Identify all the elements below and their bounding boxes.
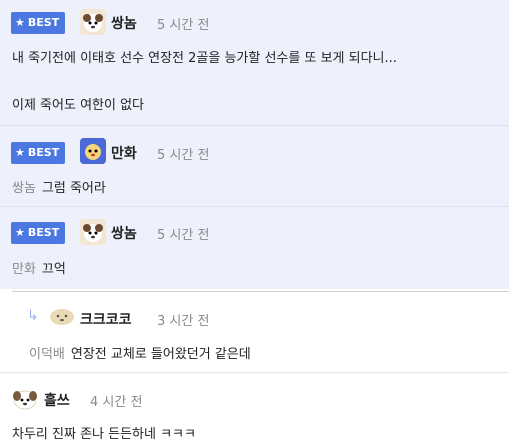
comment-best-1: ★ BEST 쌍놈 5 시간 전 내 죽기전에 이태호 선수 연장전 2골을 능…: [0, 0, 509, 125]
comment-text: 내 죽기전에 이태호 선수 연장전 2골을 능가할 선수를 또 보게 되다니..…: [12, 51, 397, 66]
comment-text: 이덕배 연장전 교체로 들어왔던거 같은데: [29, 343, 251, 362]
avatar[interactable]: [11, 387, 39, 411]
comment-time: 5 시간 전: [157, 228, 210, 243]
avatar[interactable]: [80, 219, 106, 245]
comment-text: 쌍놈 그럼 죽어라: [12, 177, 106, 196]
comment-reply: ↳ 크크코코 3 시간 전 이덕배 연장전 교체로 들어왔던거 같은데: [0, 292, 509, 372]
star-icon: ★: [15, 146, 25, 159]
comment-author[interactable]: 흘쓰: [44, 390, 70, 410]
comment-time: 4 시간 전: [90, 395, 143, 410]
comment: 흘쓰 4 시간 전 차두리 진짜 존나 든든하네 ㅋㅋㅋ: [0, 373, 509, 445]
comment-author[interactable]: 만화: [111, 143, 137, 163]
comment-author[interactable]: 쌍놈: [111, 13, 137, 33]
avatar[interactable]: [80, 138, 106, 164]
mention[interactable]: 이덕배: [29, 347, 65, 362]
star-icon: ★: [15, 226, 25, 239]
mention[interactable]: 만화: [12, 262, 36, 277]
comment-text: 만화 끄억: [12, 258, 66, 277]
comment-time: 3 시간 전: [157, 314, 210, 329]
best-badge: ★ BEST: [11, 222, 66, 244]
comment-text: 이제 죽어도 여한이 없다: [12, 98, 144, 113]
comment-body: 연장전 교체로 들어왔던거 같은데: [70, 347, 251, 362]
comment-best-3: ★ BEST 쌍놈 5 시간 전 만화 끄억: [0, 207, 509, 289]
avatar[interactable]: [80, 9, 106, 35]
best-badge: ★ BEST: [11, 12, 66, 34]
comment-author[interactable]: 크크코코: [80, 309, 132, 329]
comment-author[interactable]: 쌍놈: [111, 223, 137, 243]
comment-body: 그럼 죽어라: [41, 181, 106, 196]
comment-time: 5 시간 전: [157, 18, 210, 33]
avatar[interactable]: [48, 306, 76, 326]
best-badge-label: BEST: [27, 146, 60, 159]
comment-text: 차두리 진짜 존나 든든하네 ㅋㅋㅋ: [12, 427, 196, 442]
best-badge-label: BEST: [27, 226, 60, 239]
best-badge-label: BEST: [27, 16, 60, 29]
comment-best-2: ★ BEST 만화 5 시간 전 쌍놈 그럼 죽어라: [0, 126, 509, 206]
reply-arrow-icon: ↳: [27, 308, 39, 324]
comment-time: 5 시간 전: [157, 148, 210, 163]
star-icon: ★: [15, 16, 25, 29]
best-badge: ★ BEST: [11, 142, 66, 164]
mention[interactable]: 쌍놈: [12, 181, 36, 196]
comment-body: 끄억: [41, 262, 66, 277]
